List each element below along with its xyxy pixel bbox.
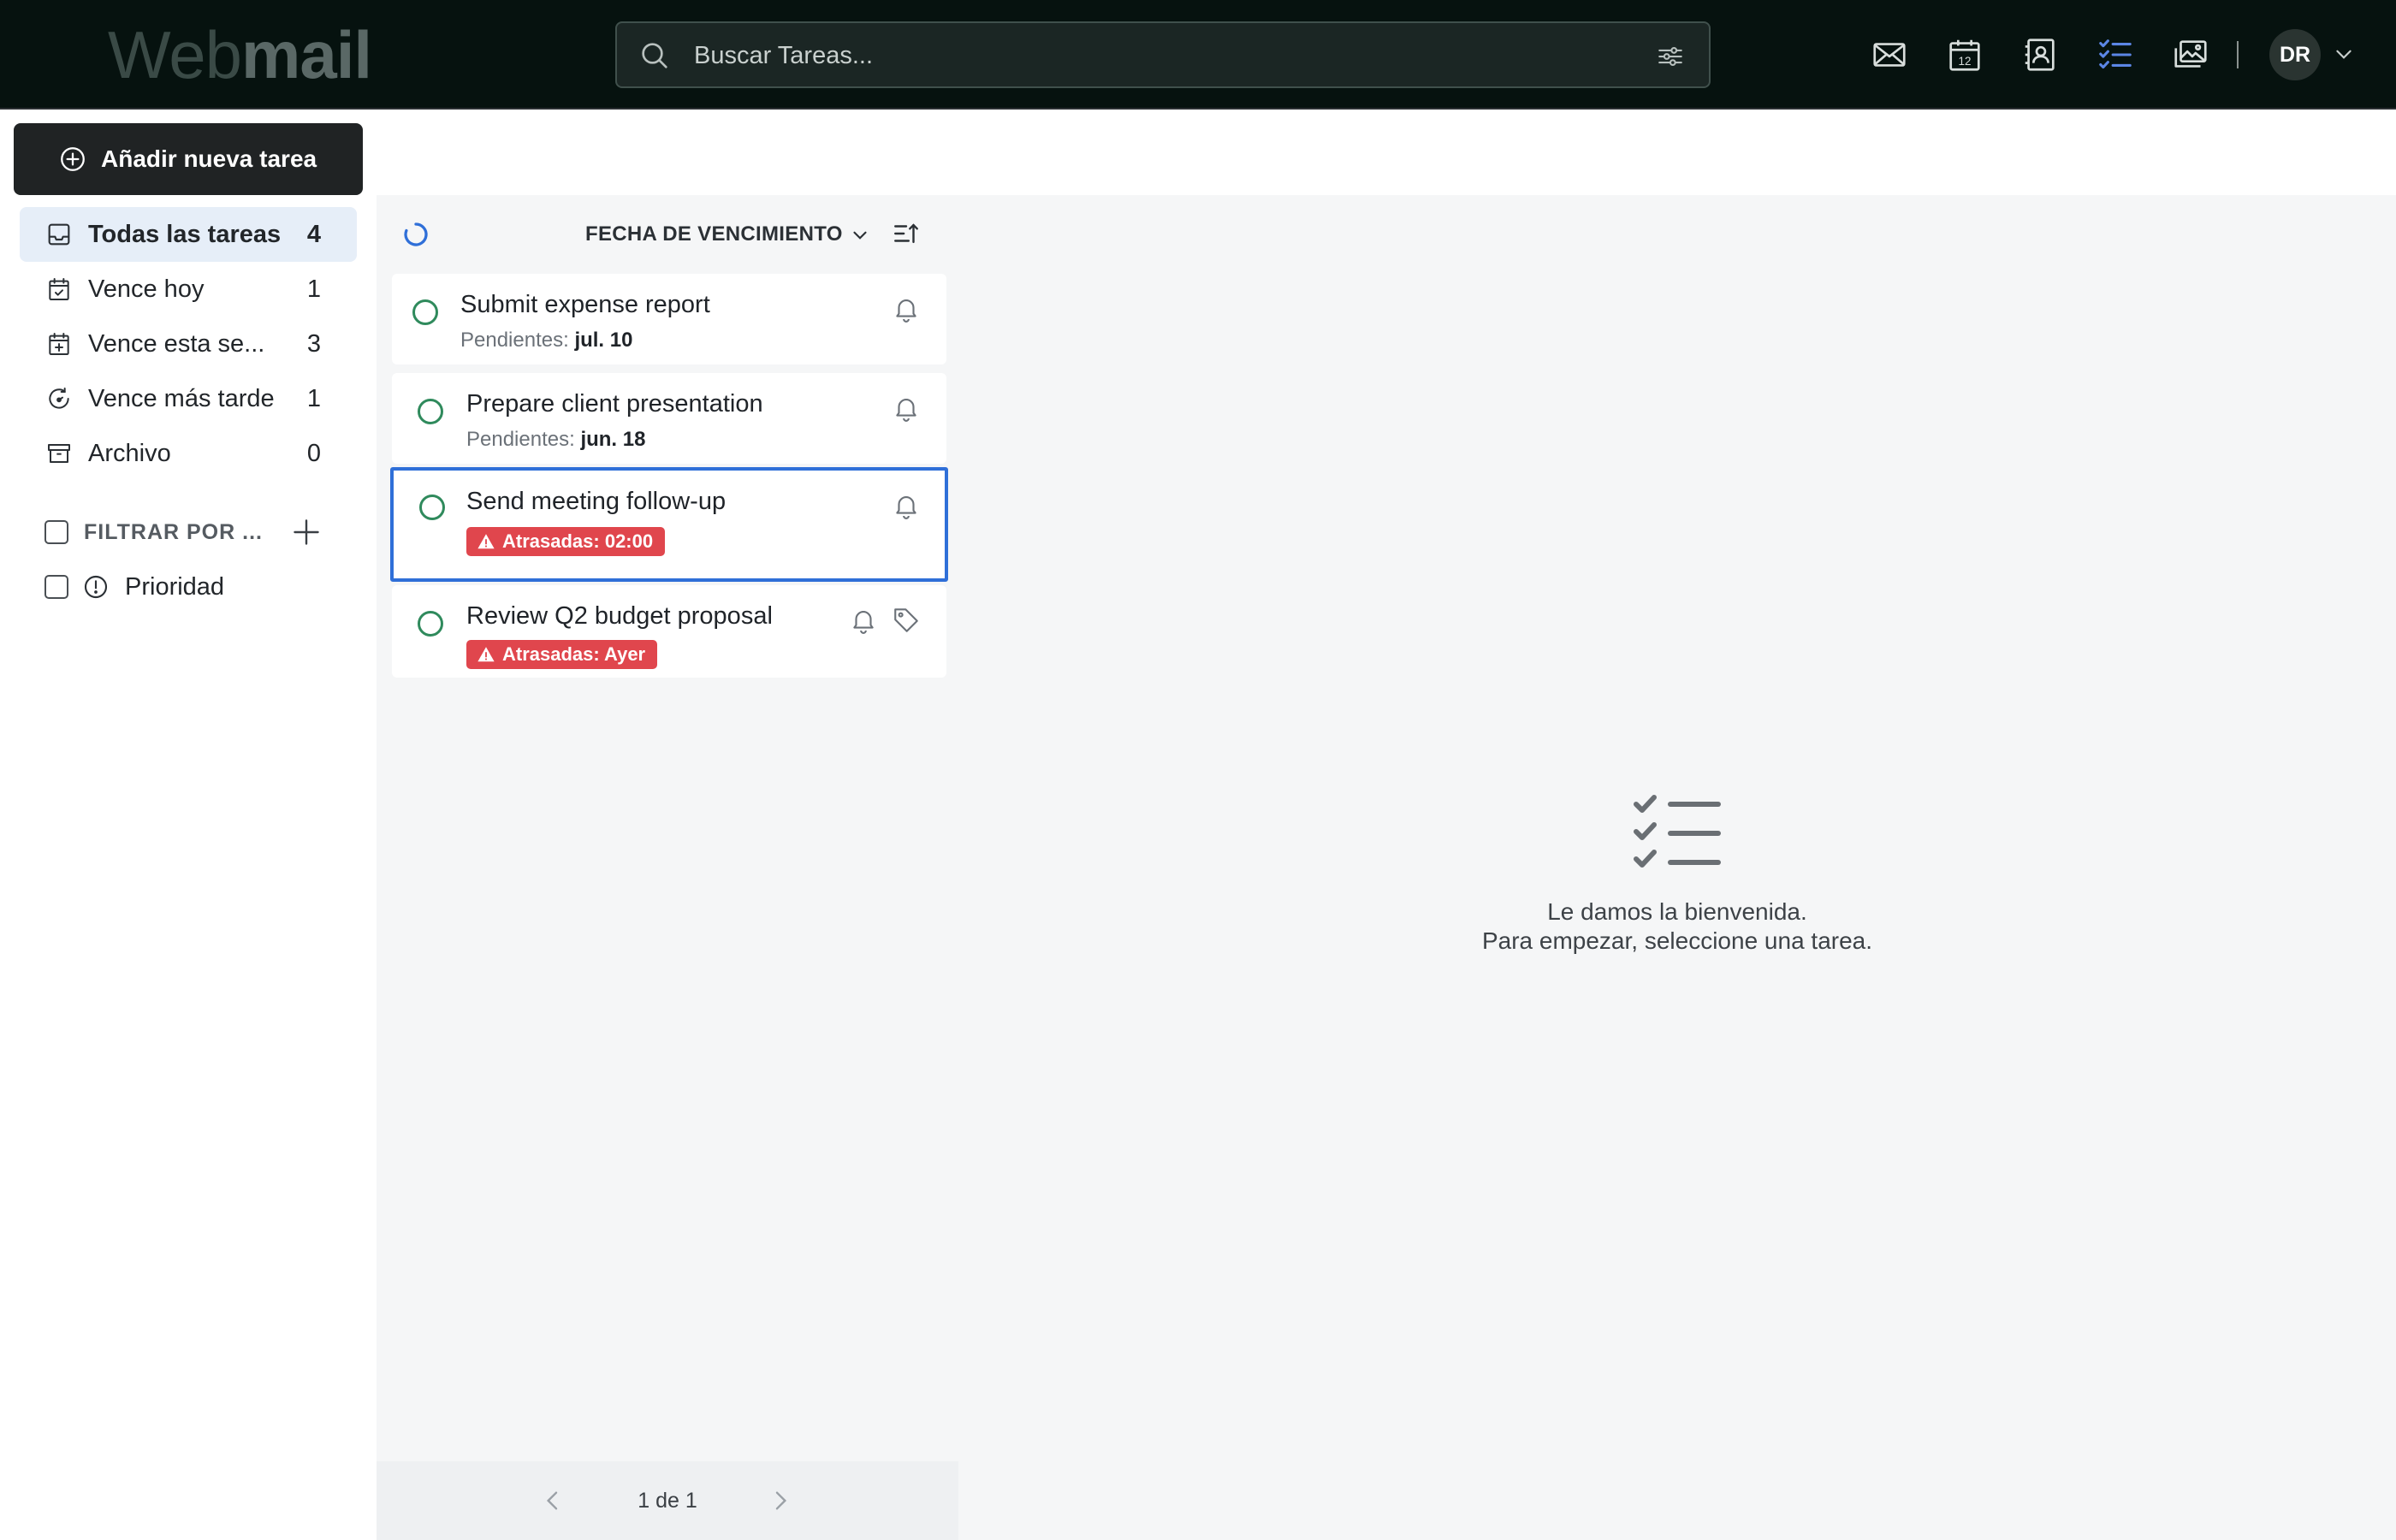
- task-due-date: Pendientes: jun. 18: [466, 428, 645, 452]
- task-title: Review Q2 budget proposal: [466, 602, 773, 630]
- warning-triangle-icon: [477, 534, 495, 549]
- nav-item-count: 4: [306, 221, 321, 248]
- svg-text:12: 12: [1959, 55, 1972, 68]
- bell-icon[interactable]: [892, 294, 921, 323]
- filter-by-title: FILTRAR POR ...: [84, 519, 263, 544]
- nav-item-due-later[interactable]: Vence más tarde 1: [20, 371, 357, 426]
- add-filter-plus-icon[interactable]: [291, 517, 322, 548]
- photos-icon: [2174, 40, 2207, 68]
- nav-item-label: Vence esta se...: [88, 329, 265, 358]
- clock-forward-icon: [49, 388, 69, 409]
- search-bar: [615, 21, 1711, 88]
- pagination-bar: 1 de 1: [377, 1461, 958, 1540]
- calendar-plus-icon: [49, 333, 69, 355]
- calendar-check-icon: [49, 278, 69, 300]
- logo-text-bold: mail: [240, 17, 372, 92]
- mail-app-button[interactable]: [1865, 31, 1913, 79]
- tasks-app-button[interactable]: [2091, 31, 2139, 79]
- task-title: Submit expense report: [460, 291, 710, 318]
- nav-item-archive[interactable]: Archivo 0: [20, 426, 357, 481]
- task-list-header: FECHA DE VENCIMIENTO: [377, 195, 958, 274]
- priority-checkbox[interactable]: [44, 575, 68, 599]
- contacts-app-button[interactable]: [2016, 31, 2064, 79]
- search-input[interactable]: [694, 32, 1592, 80]
- chevron-down-icon[interactable]: [2333, 43, 2355, 65]
- task-title: Prepare client presentation: [466, 390, 763, 418]
- welcome-message: Le damos la bienvenida.: [1547, 898, 1807, 925]
- task-item-selected[interactable]: Send meeting follow-up Atrasadas: 02:00: [390, 467, 948, 582]
- loading-spinner-icon: [404, 222, 428, 246]
- bell-icon[interactable]: [892, 394, 921, 423]
- task-folders-nav: Todas las tareas 4 Vence hoy 1 Vence est…: [20, 207, 357, 481]
- nav-item-all-tasks[interactable]: Todas las tareas 4: [20, 207, 357, 262]
- task-item[interactable]: Review Q2 budget proposal Atrasadas: Aye…: [392, 585, 946, 678]
- task-title: Send meeting follow-up: [466, 488, 727, 515]
- top-bar: Webmail 12 DR: [0, 0, 2396, 110]
- task-detail-panel: Le damos la bienvenida. Para empezar, se…: [958, 195, 2396, 1540]
- mail-icon: [1873, 43, 1906, 67]
- calendar-app-button[interactable]: 12: [1941, 31, 1989, 79]
- due-prefix: Pendientes:: [466, 428, 575, 451]
- filter-by-section: FILTRAR POR ...: [44, 517, 327, 548]
- overdue-badge-text: Atrasadas: Ayer: [502, 643, 646, 665]
- task-item[interactable]: Prepare client presentation Pendientes: …: [392, 373, 946, 464]
- bell-icon[interactable]: [892, 491, 921, 520]
- nav-item-count: 3: [306, 330, 321, 358]
- due-prefix: Pendientes:: [460, 329, 569, 352]
- chevron-down-icon[interactable]: [849, 224, 871, 246]
- due-value: jun. 18: [580, 428, 646, 451]
- complete-task-checkbox[interactable]: [418, 611, 443, 637]
- filter-priority-label: Prioridad: [125, 572, 225, 601]
- task-item[interactable]: Submit expense report Pendientes: jul. 1…: [392, 274, 946, 364]
- add-new-task-button[interactable]: Añadir nueva tarea: [14, 123, 363, 195]
- logo-text-light: Web: [108, 17, 242, 92]
- nav-item-due-this-week[interactable]: Vence esta se... 3: [20, 317, 357, 371]
- overdue-badge-text: Atrasadas: 02:00: [502, 530, 654, 552]
- task-due-date: Pendientes: jul. 10: [460, 329, 632, 352]
- select-task-hint: Para empezar, seleccione una tarea.: [1481, 927, 1873, 954]
- nav-item-due-today[interactable]: Vence hoy 1: [20, 262, 357, 317]
- search-icon: [642, 43, 667, 68]
- filter-all-checkbox[interactable]: [44, 520, 68, 544]
- photos-app-button[interactable]: [2167, 31, 2215, 79]
- calendar-icon: 12: [1949, 39, 1980, 71]
- tag-icon[interactable]: [892, 606, 921, 635]
- filter-sliders-icon[interactable]: [1656, 42, 1685, 71]
- contacts-icon: [2025, 38, 2055, 71]
- complete-task-checkbox[interactable]: [419, 495, 445, 520]
- nav-item-count: 0: [306, 440, 321, 467]
- nav-item-label: Todas las tareas: [88, 220, 282, 248]
- user-avatar[interactable]: DR: [2269, 29, 2321, 80]
- alert-circle-icon: [84, 575, 108, 599]
- add-new-task-label: Añadir nueva tarea: [101, 145, 317, 172]
- page-indicator: 1 de 1: [638, 1489, 697, 1513]
- due-value: jul. 10: [574, 329, 633, 352]
- tasks-checklist-icon: [1634, 795, 1721, 868]
- webmail-logo[interactable]: Webmail: [108, 17, 372, 92]
- chevron-right-icon[interactable]: [767, 1487, 794, 1514]
- filter-priority[interactable]: Prioridad: [44, 572, 224, 602]
- sort-direction-icon[interactable]: [892, 219, 921, 248]
- warning-triangle-icon: [477, 647, 495, 662]
- nav-item-label: Vence hoy: [88, 275, 205, 303]
- overdue-badge: Atrasadas: Ayer: [466, 640, 658, 669]
- task-list-panel: FECHA DE VENCIMIENTO Submit expense repo…: [377, 195, 958, 1540]
- archive-icon: [48, 444, 70, 463]
- plus-circle-icon: [61, 147, 85, 171]
- header-divider: [2237, 41, 2239, 68]
- nav-item-label: Vence más tarde: [88, 384, 275, 412]
- nav-item-count: 1: [306, 275, 321, 303]
- complete-task-checkbox[interactable]: [418, 399, 443, 424]
- sort-by-dropdown[interactable]: FECHA DE VENCIMIENTO: [585, 222, 843, 246]
- nav-item-label: Archivo: [88, 439, 171, 467]
- complete-task-checkbox[interactable]: [412, 299, 438, 325]
- inbox-icon: [48, 223, 70, 246]
- bell-icon[interactable]: [849, 606, 878, 635]
- overdue-badge: Atrasadas: 02:00: [466, 527, 666, 556]
- nav-item-count: 1: [306, 385, 321, 412]
- tasks-icon: [2099, 39, 2132, 69]
